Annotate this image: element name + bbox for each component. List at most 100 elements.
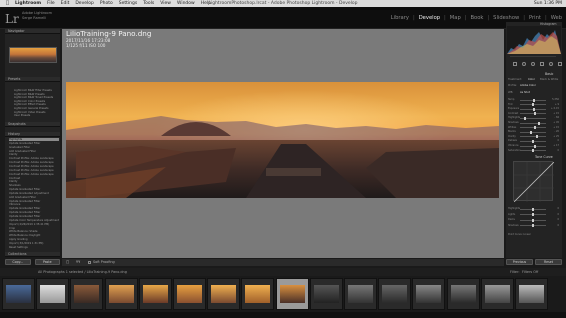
history-step[interactable]: Update Graduated Filter [9, 142, 59, 145]
curve-slider-knob[interactable] [532, 213, 534, 216]
slider-knob[interactable] [534, 126, 537, 130]
filmstrip-thumbnail[interactable] [36, 278, 70, 310]
slider-track[interactable] [520, 139, 546, 143]
history-step[interactable]: Crop [9, 227, 59, 230]
slider-track[interactable] [520, 144, 546, 148]
preset-folder[interactable]: Lightroom B&W Filter Presets [14, 89, 54, 92]
profile-select[interactable]: Adobe Color [520, 84, 536, 87]
menu-window[interactable]: Window [177, 0, 195, 7]
filmstrip-thumbnail[interactable] [275, 278, 309, 310]
filmstrip-thumbnail[interactable] [480, 278, 514, 310]
filmstrip-thumbnail[interactable] [138, 278, 172, 310]
before-after-icon[interactable]: YY [76, 259, 80, 266]
slider-value[interactable]: + 0.15 [549, 107, 559, 110]
preset-folder[interactable]: Lightroom Video Presets [14, 111, 54, 114]
paste-button[interactable]: Paste [34, 259, 60, 265]
history-step[interactable]: Import (2/26/2019 1:35:41 PM) [9, 223, 59, 226]
slider-knob[interactable] [534, 112, 537, 116]
crop-icon[interactable] [513, 62, 517, 66]
module-library[interactable]: Library [391, 15, 409, 21]
slider-knob[interactable] [529, 130, 532, 134]
snapshots-header[interactable]: Snapshots [5, 122, 60, 127]
history-step[interactable]: Shadows [9, 184, 59, 187]
filmstrip-thumbnail[interactable] [207, 278, 241, 310]
preset-folder[interactable]: User Presets [14, 114, 54, 117]
history-step[interactable]: Add Graduated Filter [9, 150, 59, 153]
history-step[interactable]: Vibrance [9, 203, 59, 206]
preset-folder[interactable]: Lightroom B&W Toned Presets [14, 96, 54, 99]
slider-value[interactable]: + 25 [549, 135, 559, 138]
filmstrip-thumbnail[interactable] [446, 278, 480, 310]
history-step[interactable]: White Balance: Shade [9, 230, 59, 233]
history-step[interactable]: Contrast Profile: Adobe Landscape [9, 169, 59, 172]
slider-track[interactable] [520, 149, 546, 153]
slider-knob[interactable] [523, 116, 526, 120]
slider-value[interactable]: + 9 [549, 103, 559, 106]
slider-value[interactable]: - 20 [549, 130, 559, 133]
history-step[interactable]: Update Color Temperature Adjustment [9, 219, 59, 222]
soft-proofing-checkbox[interactable] [88, 261, 91, 264]
curve-slider-knob[interactable] [532, 218, 534, 222]
menu-settings[interactable]: Settings [119, 0, 137, 7]
slider-value[interactable]: + 15 [549, 112, 559, 115]
slider-track[interactable] [520, 126, 546, 130]
history-step[interactable]: Clarity [9, 180, 59, 183]
menu-help[interactable]: Help [201, 0, 211, 7]
slider-track[interactable] [520, 107, 546, 111]
history-step[interactable]: Contrast Profile: Adobe Landscape [9, 165, 59, 168]
curve-slider-track[interactable] [520, 218, 546, 222]
copy-button[interactable]: Copy... [5, 259, 31, 265]
menu-file[interactable]: File [47, 0, 55, 7]
history-step[interactable]: Update Graduated Adjustment [9, 192, 59, 195]
filmstrip-thumbnail[interactable] [309, 278, 343, 310]
history-step[interactable]: Update Graduated Filter [9, 188, 59, 191]
filmstrip-thumbnail[interactable] [344, 278, 377, 310]
slider-knob[interactable] [533, 107, 536, 111]
slider-track[interactable] [520, 130, 546, 134]
panorama-photo[interactable] [66, 82, 499, 198]
slider-track[interactable] [520, 112, 546, 116]
history-step[interactable]: Update Graduated Filter [9, 215, 59, 218]
wb-select[interactable]: As Shot [520, 91, 530, 94]
menu-edit[interactable]: Edit [61, 0, 70, 7]
adjustment-brush-icon[interactable] [558, 62, 562, 66]
slider-value[interactable]: 5,350 [549, 98, 559, 101]
collections-header[interactable]: Collections [5, 252, 60, 257]
filmstrip-thumbnail[interactable] [173, 278, 206, 310]
slider-knob[interactable] [534, 144, 537, 148]
filmstrip-thumbnail[interactable] [104, 278, 138, 310]
navigator-header[interactable]: Navigator [5, 29, 60, 34]
curve-slider-track[interactable] [520, 224, 546, 227]
filmstrip-thumbnail[interactable] [515, 278, 548, 310]
curve-slider-knob[interactable] [532, 207, 534, 211]
slider-value[interactable]: + 17 [549, 144, 559, 147]
curve-slider-track[interactable] [520, 213, 546, 216]
history-step[interactable]: Contrast Profile: Adobe Landscape [9, 161, 59, 164]
history-step[interactable]: Contrast Profile: Adobe Landscape [9, 157, 59, 160]
menu-tools[interactable]: Tools [143, 0, 154, 7]
history-step[interactable]: Apply Grading [9, 238, 59, 241]
apple-icon[interactable]:  [6, 0, 9, 7]
slider-value[interactable]: 0 [549, 139, 559, 142]
history-step[interactable]: Clarity [9, 153, 59, 156]
presets-header[interactable]: Presets [5, 77, 60, 82]
curve-slider-value[interactable]: 0 [549, 207, 559, 210]
history-step[interactable]: White Balance: Daylight [9, 234, 59, 237]
basic-header[interactable]: Basic [545, 72, 553, 76]
history-step[interactable]: Contrast Profile: Adobe Landscape [9, 173, 59, 176]
slider-track[interactable] [520, 135, 546, 139]
filmstrip-thumbnail[interactable] [378, 278, 412, 310]
preset-folder[interactable]: Lightroom Effect Presets [14, 103, 54, 106]
view-mode-icon[interactable]: □ [66, 259, 69, 266]
module-slideshow[interactable]: Slideshow [493, 15, 519, 21]
curve-slider-track[interactable] [520, 207, 546, 211]
filmstrip-thumbnail[interactable] [241, 278, 275, 310]
slider-knob[interactable] [535, 135, 538, 139]
slider-value[interactable]: 0 [549, 149, 559, 152]
history-header[interactable]: History [5, 132, 60, 137]
slider-knob[interactable] [533, 98, 536, 102]
history-step[interactable]: Add Graduated Filter [9, 196, 59, 199]
menu-lightroom[interactable]: Lightroom [15, 0, 41, 7]
spot-removal-icon[interactable] [522, 62, 526, 66]
slider-track[interactable] [520, 121, 546, 125]
